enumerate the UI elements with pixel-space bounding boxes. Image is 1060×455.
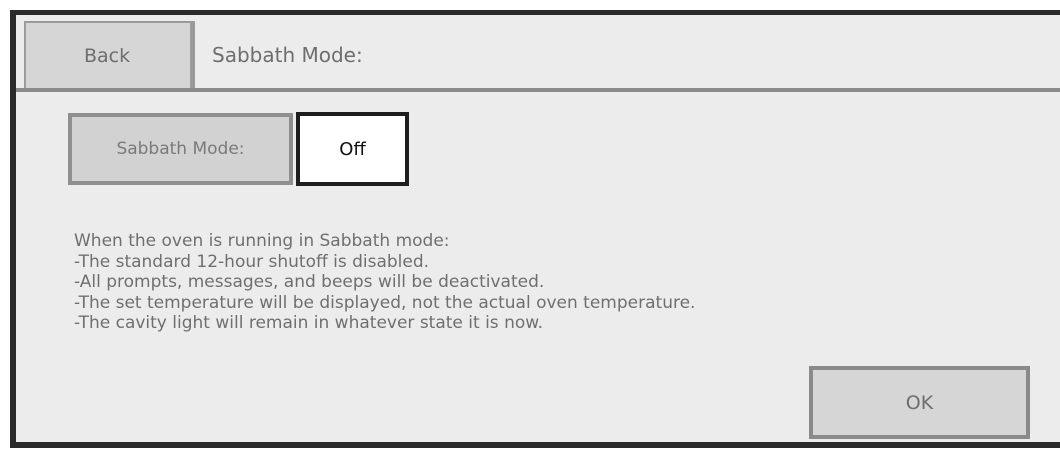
description-line: -All prompts, messages, and beeps will b… [74, 272, 545, 292]
description-line: -The set temperature will be displayed, … [74, 292, 696, 313]
description-line: When the oven is running in Sabbath mode… [74, 231, 450, 251]
description-line: -The cavity light will remain in whateve… [74, 313, 543, 333]
page-title: Sabbath Mode: [212, 42, 363, 67]
sabbath-mode-label-text: Sabbath Mode: [116, 139, 245, 159]
back-button-label: Back [84, 44, 131, 67]
back-button[interactable]: Back [24, 21, 192, 88]
header-bar: Back Sabbath Mode: [16, 15, 1060, 92]
sabbath-mode-value: Off [339, 138, 366, 160]
sabbath-mode-screen: Back Sabbath Mode: Sabbath Mode: Off Whe… [0, 0, 1060, 455]
sabbath-mode-label: Sabbath Mode: [68, 113, 293, 185]
ok-button[interactable]: OK [809, 366, 1030, 439]
frame-bottom-border [10, 442, 1060, 448]
settings-panel: Back Sabbath Mode: Sabbath Mode: Off Whe… [16, 15, 1060, 442]
description-line: -The standard 12-hour shutoff is disable… [74, 251, 430, 272]
sabbath-mode-description: When the oven is running in Sabbath mode… [74, 231, 695, 334]
header-divider [192, 21, 195, 88]
ok-button-label: OK [905, 391, 934, 414]
sabbath-mode-toggle[interactable]: Off [296, 112, 409, 186]
